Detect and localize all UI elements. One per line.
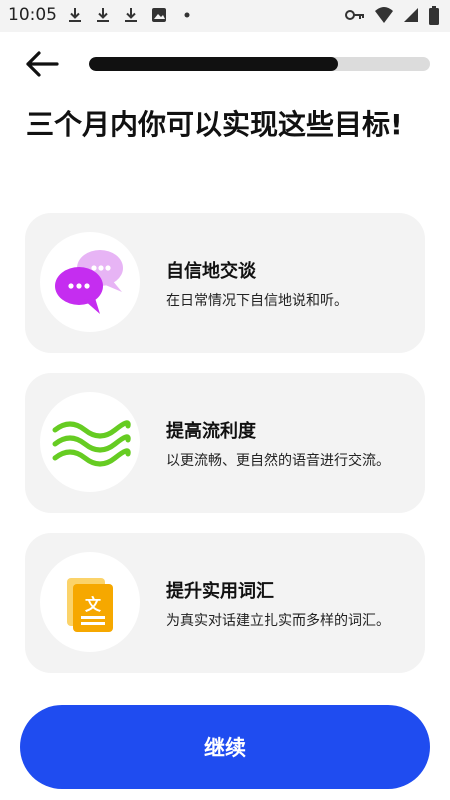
key-icon <box>344 6 366 24</box>
goal-description: 以更流畅、更自然的语音进行交流。 <box>166 453 390 469</box>
top-bar <box>0 32 450 96</box>
goal-icon-circle: 文 <box>40 552 140 652</box>
dot-icon <box>178 6 196 24</box>
status-bar: 10:05 <box>0 0 450 32</box>
goal-card-vocabulary: 文 提升实用词汇 为真实对话建立扎实而多样的词汇。 <box>25 533 425 673</box>
status-time: 10:05 <box>8 5 57 25</box>
back-button[interactable] <box>24 50 60 78</box>
download-icon <box>122 6 140 24</box>
goal-description: 为真实对话建立扎实而多样的词汇。 <box>166 613 390 629</box>
status-left-icons <box>66 6 196 24</box>
page-title: 三个月内你可以实现这些目标! <box>26 108 403 141</box>
download-icon <box>94 6 112 24</box>
battery-icon <box>428 6 440 25</box>
goal-title: 提高流利度 <box>166 421 256 442</box>
image-icon <box>150 6 168 24</box>
vocabulary-char: 文 <box>85 595 102 614</box>
goal-icon-circle <box>40 392 140 492</box>
back-arrow-icon <box>26 51 59 77</box>
goal-title: 自信地交谈 <box>166 261 256 282</box>
goal-icon-circle <box>40 232 140 332</box>
progress-fill <box>89 57 338 71</box>
main-content: 三个月内你可以实现这些目标! 自信地交谈 在日常情况下自信地说和听。 提高流利度… <box>0 96 450 800</box>
download-icon <box>66 6 84 24</box>
vocabulary-document-icon: 文 <box>67 578 113 632</box>
goal-card-fluency: 提高流利度 以更流畅、更自然的语音进行交流。 <box>25 373 425 513</box>
goal-description: 在日常情况下自信地说和听。 <box>166 293 348 309</box>
continue-button[interactable]: 继续 <box>20 705 430 789</box>
signal-icon <box>402 6 420 24</box>
waves-icon <box>52 420 131 467</box>
chat-bubbles-icon <box>55 250 123 314</box>
progress-bar <box>89 57 430 71</box>
status-right-icons <box>344 6 440 25</box>
goal-title: 提升实用词汇 <box>166 581 274 602</box>
wifi-icon <box>374 6 394 24</box>
goal-card-conversation: 自信地交谈 在日常情况下自信地说和听。 <box>25 213 425 353</box>
